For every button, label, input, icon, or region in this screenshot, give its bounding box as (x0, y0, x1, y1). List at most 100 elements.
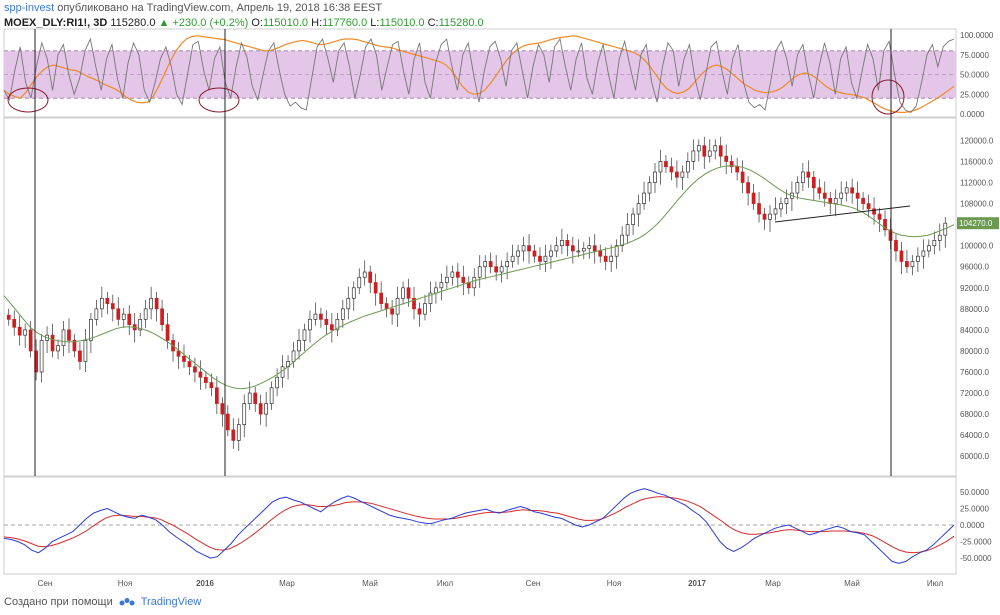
candle-body (368, 271, 373, 283)
candle-body (450, 271, 455, 278)
candle-body (696, 145, 701, 152)
candle-body (236, 424, 241, 441)
candle-body (269, 387, 274, 404)
candle-body (308, 319, 312, 331)
candle-body (932, 240, 937, 247)
candle-body (340, 308, 345, 320)
candle-body (434, 287, 438, 294)
candle-body (510, 255, 515, 262)
macd-tick-label: -25.0000 (960, 538, 992, 547)
candle-body (516, 250, 520, 257)
candle-body (423, 303, 427, 315)
candle-body (680, 171, 685, 178)
candle-body (850, 187, 855, 194)
tradingview-logo-icon (119, 598, 135, 606)
candle-body (614, 245, 619, 257)
stochastic-tick-label: 100.0000 (960, 31, 994, 40)
candle-body (822, 192, 827, 199)
candle-body (609, 255, 614, 262)
candle-body (570, 245, 575, 252)
candle-body (6, 314, 11, 320)
price-tick-label: 112000.0 (960, 179, 993, 188)
stochastic-tick-label: 0.0000 (960, 110, 985, 119)
candle-body (664, 161, 668, 168)
candle-body (713, 145, 718, 152)
candle-body (499, 266, 504, 273)
candle-body (636, 203, 641, 215)
candle-body (483, 261, 488, 268)
candle-body (905, 261, 909, 268)
candle-body (921, 250, 926, 257)
candle-body (61, 329, 66, 347)
candle-body (718, 145, 723, 157)
candle-body (390, 308, 394, 315)
macd-panel (3, 476, 957, 575)
candle-body (762, 213, 767, 220)
candle-body (877, 213, 882, 220)
price-tick-label: 108000.0 (960, 200, 994, 209)
price-tick-label: 92000.0 (960, 284, 989, 293)
candle-body (50, 334, 55, 352)
candle-body (384, 303, 389, 310)
candle-body (275, 376, 279, 389)
candle-body (817, 187, 822, 194)
x-tick-label: Ноя (118, 579, 133, 588)
candle-body (121, 313, 126, 320)
x-tick-label: Июл (437, 579, 454, 588)
candle-body (631, 213, 635, 225)
candle-body (439, 282, 444, 289)
candle-body (565, 240, 570, 247)
candle-body (143, 308, 148, 320)
candle-body (89, 319, 93, 341)
candle-body (258, 403, 263, 415)
candle-body (99, 297, 104, 310)
candle-body (647, 182, 652, 194)
candle-body (740, 171, 745, 183)
candle-body (17, 326, 22, 336)
macd-tick-label: 50.0000 (960, 488, 989, 497)
candle-body (899, 250, 904, 262)
candle-body (855, 192, 860, 199)
x-tick-label: Мар (279, 579, 295, 588)
x-tick-label: 2016 (196, 579, 214, 588)
candle-body (23, 329, 28, 336)
candle-body (198, 371, 203, 378)
candle-body (642, 192, 646, 204)
candle-body (455, 271, 460, 278)
candle-body (56, 345, 60, 352)
footer: Создано при помощи TradingView (4, 596, 201, 608)
trend-line (774, 205, 911, 223)
x-tick-label: Май (844, 579, 860, 588)
candle-body (866, 203, 871, 210)
candle-body (373, 282, 378, 294)
candle-body (472, 276, 477, 289)
chart-area[interactable]: 100.0000 75.0000 50.0000 25.0000 0.0000 12000… (0, 0, 1000, 615)
candle-body (127, 313, 132, 325)
candle-body (116, 308, 121, 320)
candle-body (653, 171, 657, 183)
macd-tick-label: 25.0000 (960, 504, 989, 513)
candle-body (319, 313, 323, 320)
stochastic-tick-label: 75.0000 (960, 51, 989, 60)
candle-body (302, 329, 307, 341)
candle-body (538, 255, 542, 262)
candle-body (406, 287, 411, 299)
tradingview-brand[interactable]: TradingView (141, 596, 202, 608)
candle-body (527, 245, 531, 252)
price-tick-label: 100000.0 (960, 242, 994, 251)
candle-body (494, 266, 499, 273)
candle-body (247, 392, 252, 404)
candle-body (505, 261, 509, 268)
candle-body (702, 145, 707, 157)
candle-body (532, 250, 537, 257)
candle-body (110, 303, 115, 310)
candle-body (417, 308, 422, 315)
candle-body (379, 292, 384, 304)
price-tick-label: 116000.0 (960, 157, 993, 166)
candle-body (362, 271, 367, 278)
candle-body (669, 166, 674, 173)
candle-body (751, 192, 756, 204)
candle-body (160, 308, 164, 325)
candle-body (811, 176, 816, 189)
candle-body (691, 150, 696, 162)
